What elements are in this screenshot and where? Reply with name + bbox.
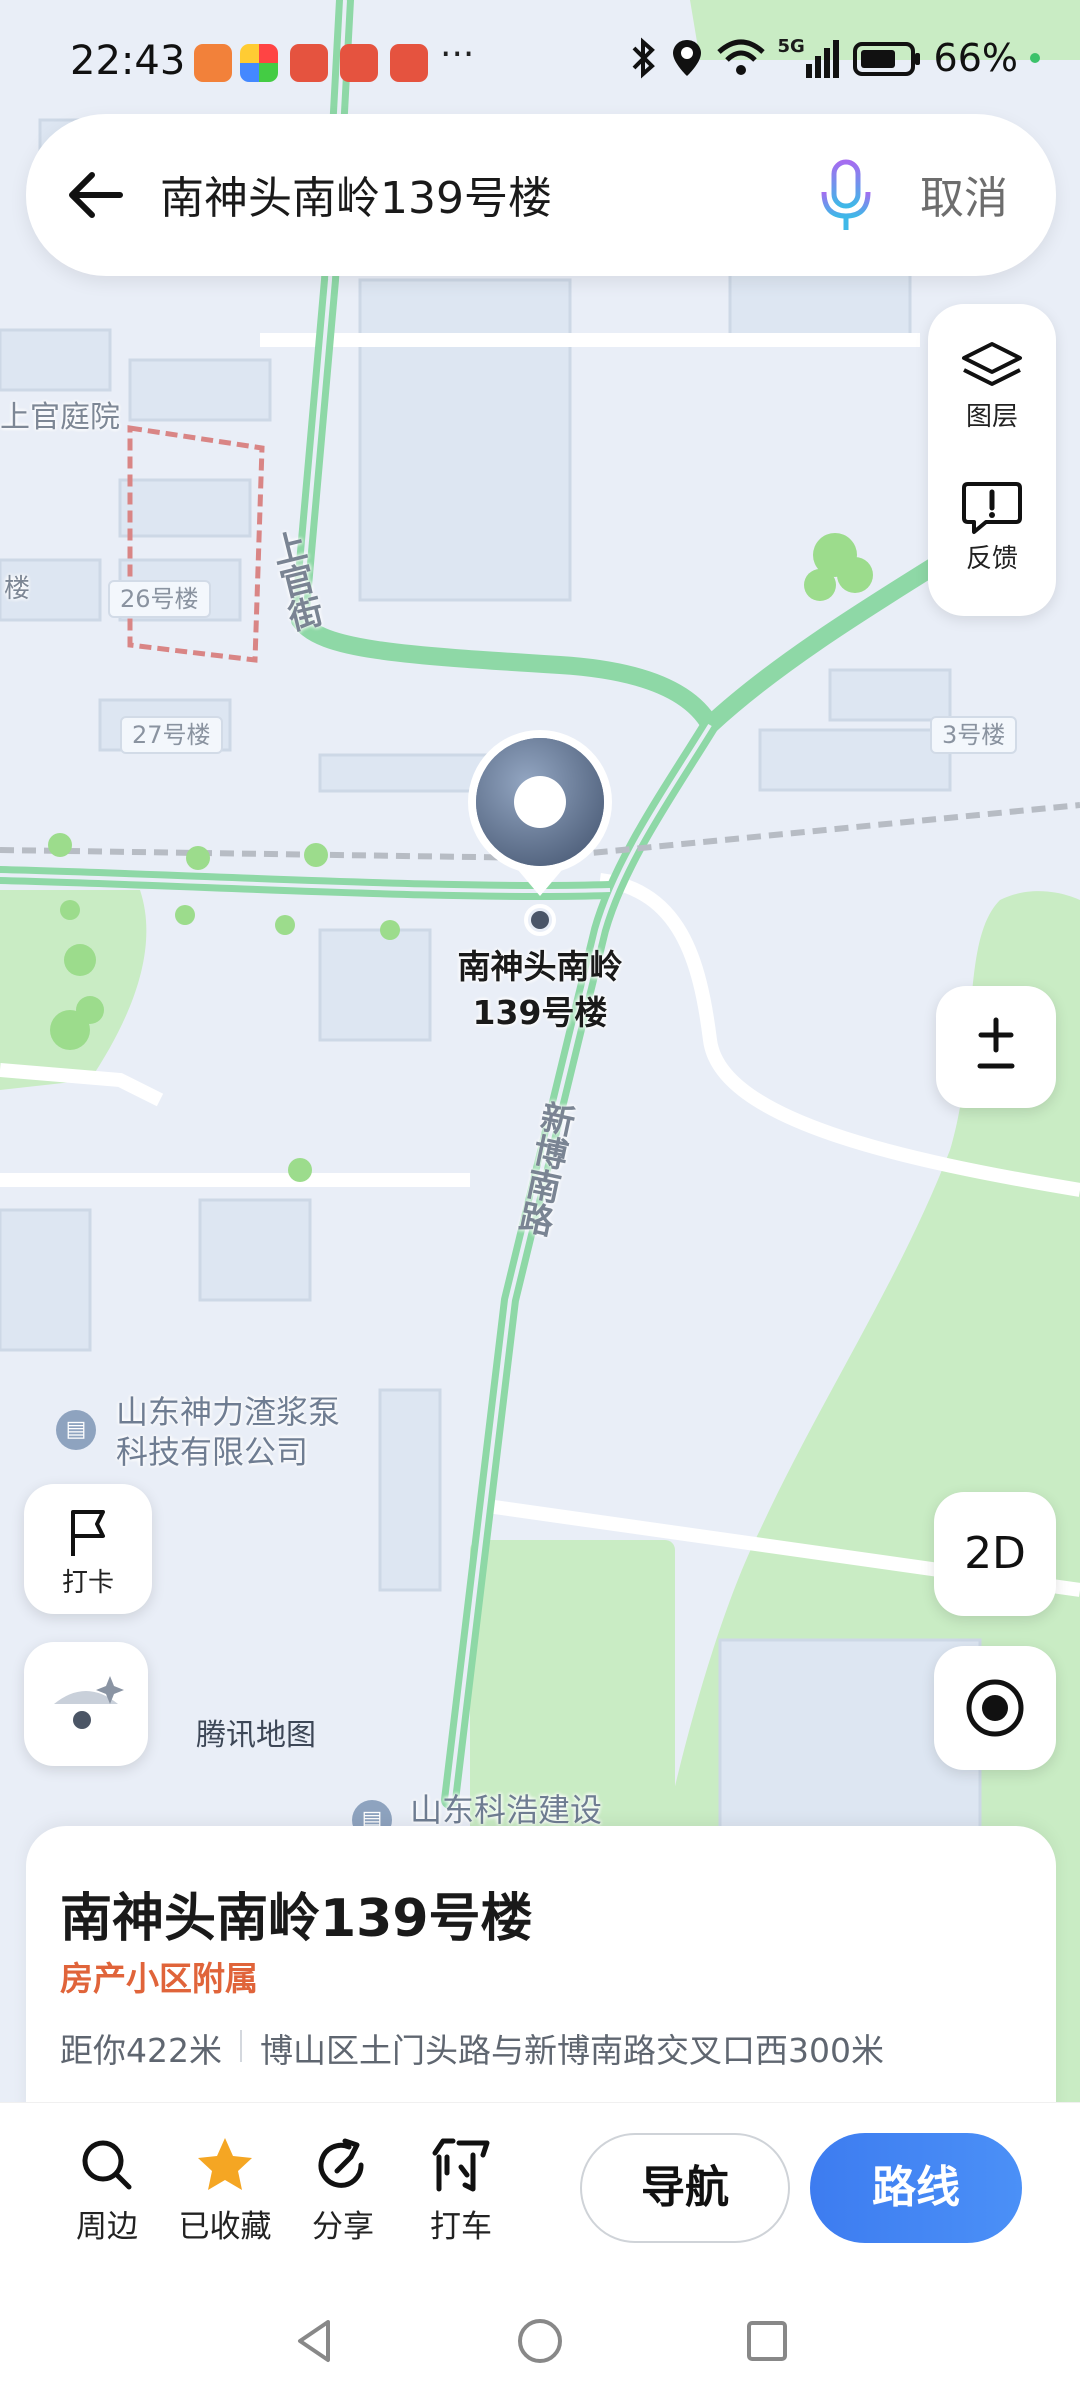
poi-company-icon: ▤ — [56, 1410, 96, 1450]
star-icon — [198, 2138, 252, 2190]
system-navigation-bar — [0, 2282, 1080, 2398]
locate-icon — [966, 1679, 1024, 1737]
layers-icon — [962, 342, 1022, 386]
favorite-label: 已收藏 — [178, 2209, 272, 2245]
building-label-26: 26号楼 — [108, 580, 211, 618]
selected-place-label[interactable]: 南神头南岭 139号楼 — [430, 944, 650, 1036]
building — [0, 1208, 92, 1352]
area-label-courtyard: 上官庭院 — [0, 400, 120, 435]
place-info-card[interactable]: 南神头南岭139号楼 房产小区附属 距你422米 博山区土门头路与新博南路交叉口… — [26, 1826, 1056, 2116]
nearby-label: 周边 — [76, 2209, 138, 2245]
share-label: 分享 — [312, 2209, 374, 2245]
poi-label-company1-line1: 山东神力渣浆泵 — [116, 1393, 341, 1431]
search-icon — [82, 2140, 132, 2190]
building — [828, 668, 952, 722]
back-icon[interactable] — [290, 2316, 340, 2366]
charging-dot-icon — [1030, 53, 1040, 63]
feedback-label: 反馈 — [965, 544, 1018, 574]
building-label-3: 3号楼 — [930, 716, 1018, 754]
cellular-signal-icon: 5G — [778, 36, 840, 80]
recents-icon[interactable] — [742, 2316, 792, 2366]
taxi-button[interactable]: 打车 — [406, 2133, 516, 2246]
checkin-button[interactable]: 打卡 — [24, 1484, 152, 1614]
microphone-icon[interactable] — [816, 158, 876, 234]
location-pin-icon[interactable] — [468, 730, 612, 936]
selected-place-label-line1: 南神头南岭 — [457, 947, 623, 986]
district-boundary — [127, 425, 265, 663]
status-time: 22:43 — [70, 38, 186, 84]
share-icon — [318, 2138, 364, 2188]
feedback-button[interactable]: 反馈 — [928, 480, 1056, 575]
layers-button[interactable]: 图层 — [928, 340, 1056, 433]
building — [318, 928, 432, 1042]
selected-place-label-line2: 139号楼 — [472, 993, 608, 1032]
weibo-icon — [340, 44, 378, 82]
battery-icon — [852, 42, 920, 76]
navigate-button[interactable]: 导航 — [580, 2133, 790, 2243]
location-icon — [672, 40, 701, 76]
cancel-button[interactable]: 取消 — [920, 162, 1008, 226]
building — [118, 478, 252, 538]
place-title: 南神头南岭139号楼 — [60, 1889, 533, 1949]
map-tool-panel: 图层 反馈 — [928, 304, 1056, 616]
taxi-label: 打车 — [430, 2209, 492, 2245]
search-query[interactable]: 南神头南岭139号楼 — [160, 162, 552, 226]
building — [0, 328, 112, 392]
action-bar: 周边 已收藏 分享 打车 导航 路线 — [0, 2102, 1080, 2282]
area-label-lou: 楼 — [4, 574, 31, 604]
building — [198, 1198, 312, 1302]
layers-label: 图层 — [965, 402, 1018, 432]
view-mode-button[interactable]: 2D — [934, 1492, 1056, 1616]
map-provider-watermark: 腾讯地图 — [196, 1718, 316, 1753]
building — [378, 1388, 442, 1592]
checkin-label: 打卡 — [61, 1568, 114, 1598]
flag-icon — [71, 1510, 105, 1556]
search-bar[interactable]: 南神头南岭139号楼 取消 — [26, 114, 1056, 276]
poi-label-company1[interactable]: 山东神力渣浆泵 科技有限公司 — [116, 1392, 340, 1472]
notification-overflow: ··· — [440, 34, 475, 75]
zoom-icon — [977, 1017, 1015, 1069]
poi-label-company1-line2: 科技有限公司 — [116, 1433, 309, 1471]
screen: 上官庭院 楼 26号楼 27号楼 3号楼 上官街 新博南路 ▤ 山东神力渣浆泵 … — [0, 0, 1080, 2398]
green-area-west — [0, 890, 147, 1090]
assistant-icon — [54, 1676, 124, 1729]
zoom-button[interactable] — [936, 986, 1056, 1108]
poi-label-company2[interactable]: 山东科浩建设 — [410, 1790, 602, 1830]
network-type: 5G — [777, 36, 805, 57]
status-bar: 22:43 ··· 5G 66% — [0, 0, 1080, 110]
feedback-icon — [962, 482, 1022, 534]
route-button[interactable]: 路线 — [810, 2133, 1022, 2243]
nearby-button[interactable]: 周边 — [52, 2133, 162, 2246]
tree — [48, 833, 72, 857]
status-right: 5G 66% — [630, 36, 1040, 80]
divider — [240, 2030, 242, 2062]
weibo-icon — [290, 44, 328, 82]
place-address: 博山区土门头路与新博南路交叉口西300米 — [260, 2031, 884, 2070]
wifi-icon — [716, 39, 765, 75]
building-label-27: 27号楼 — [120, 716, 223, 754]
bluetooth-icon — [632, 37, 655, 79]
place-distance: 距你422米 — [60, 2031, 222, 2070]
building — [758, 728, 952, 792]
place-category: 房产小区附属 — [60, 1959, 258, 1998]
app-orange-icon — [194, 44, 232, 82]
share-button[interactable]: 分享 — [288, 2133, 398, 2246]
locate-me-button[interactable] — [934, 1646, 1056, 1770]
app-colorful-icon — [240, 44, 278, 82]
battery-percent: 66% — [933, 36, 1018, 80]
map-view[interactable]: 上官庭院 楼 26号楼 27号楼 3号楼 上官街 新博南路 ▤ 山东神力渣浆泵 … — [0, 0, 1080, 2110]
back-arrow-icon[interactable] — [62, 160, 132, 230]
taxi-icon — [432, 2138, 490, 2192]
building — [358, 278, 572, 602]
home-icon[interactable] — [515, 2316, 565, 2366]
weibo-icon — [390, 44, 428, 82]
favorite-button[interactable]: 已收藏 — [170, 2133, 280, 2246]
assistant-button[interactable] — [24, 1642, 148, 1766]
building — [128, 358, 272, 422]
road-upper — [291, 611, 719, 734]
